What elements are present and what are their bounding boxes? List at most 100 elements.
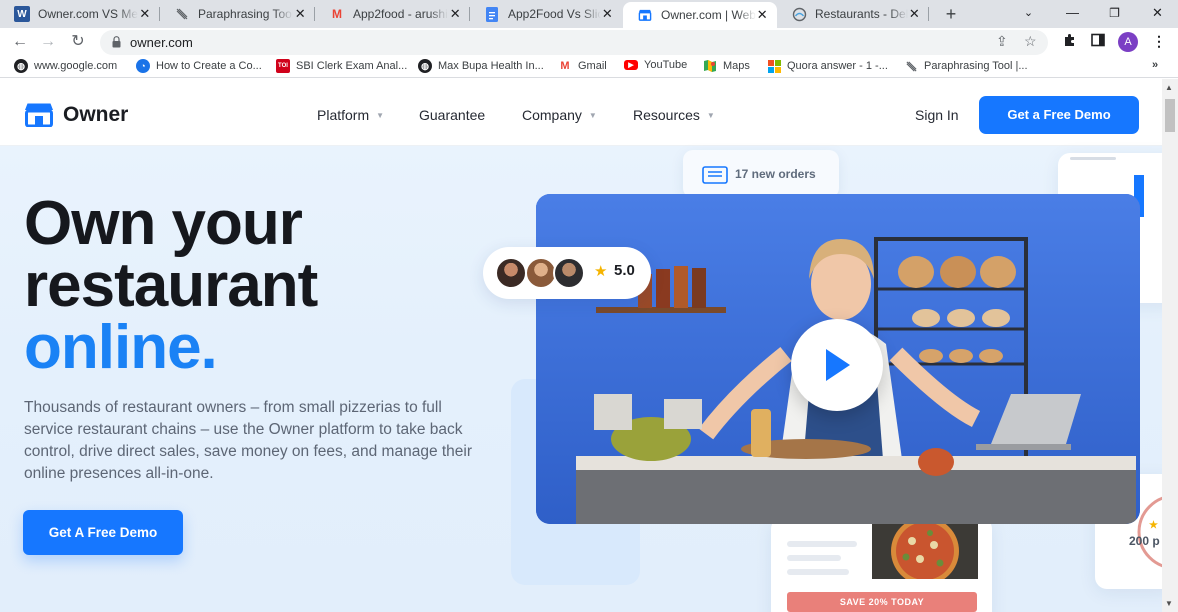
- new-orders-text: 17 new orders: [735, 167, 816, 181]
- bookmark-sbi-clerk[interactable]: TOI SBI Clerk Exam Anal...: [276, 59, 407, 73]
- tab-paraphrasing-tool[interactable]: Paraphrasing Tool - ✕: [160, 0, 315, 28]
- tab-title: Restaurants - Delive: [815, 7, 908, 21]
- gmail-icon: M: [560, 60, 570, 72]
- tab-title: Owner.com VS Menu: [38, 7, 138, 21]
- word-icon: W: [14, 6, 30, 22]
- brand-name[interactable]: Owner: [63, 103, 128, 127]
- restore-button[interactable]: ❐: [1092, 0, 1137, 28]
- owner-logo-icon[interactable]: [24, 103, 54, 127]
- tab-owner-website[interactable]: Owner.com | Website ✕: [623, 2, 777, 28]
- tab-restaurants[interactable]: Restaurants - Delive ✕: [777, 0, 929, 28]
- pizza-image: [872, 523, 978, 579]
- placeholder-line: [1070, 157, 1116, 160]
- nav-label: Platform: [317, 107, 370, 123]
- forward-button[interactable]: →: [38, 32, 58, 52]
- scroll-down-icon[interactable]: ▼: [1165, 599, 1173, 608]
- menu-kebab-icon[interactable]: ⋮: [1150, 33, 1168, 50]
- tab-title: App2food - arushib: [353, 7, 449, 21]
- globe-icon: ◍: [14, 59, 28, 73]
- nav-guarantee[interactable]: Guarantee: [419, 107, 485, 123]
- docs-icon: [484, 6, 500, 22]
- share-icon[interactable]: ⇪: [996, 33, 1008, 50]
- address-bar[interactable]: owner.com ⇪ ☆: [100, 30, 1048, 55]
- bookmark-gmail[interactable]: M Gmail: [558, 59, 606, 73]
- tab-app2food-gmail[interactable]: M App2food - arushib ✕: [315, 0, 470, 28]
- tab-strip: W Owner.com VS Menu ✕ Paraphrasing Tool …: [0, 0, 1178, 28]
- bookmark-label: Maps: [723, 60, 750, 72]
- bookmark-google[interactable]: ◍ www.google.com: [14, 59, 117, 73]
- customer-avatar: [495, 257, 527, 289]
- extensions-icon[interactable]: [1061, 33, 1079, 50]
- receipt-icon: [702, 166, 728, 184]
- minimize-button[interactable]: —: [1050, 0, 1095, 28]
- close-tab-icon[interactable]: ✕: [908, 6, 921, 22]
- bookmark-label: How to Create a Co...: [156, 60, 262, 72]
- maps-icon: [703, 59, 717, 73]
- caret-down-icon: ▼: [588, 110, 597, 120]
- scrollbar-thumb[interactable]: [1165, 99, 1175, 132]
- close-tab-icon[interactable]: ✕: [138, 6, 152, 22]
- scroll-up-icon[interactable]: ▲: [1165, 83, 1173, 92]
- page-scrollbar[interactable]: ▲ ▼: [1162, 79, 1178, 612]
- tab-search-icon[interactable]: ⌄: [1006, 0, 1051, 28]
- placeholder-line: [787, 555, 841, 561]
- caret-down-icon: ▼: [706, 110, 715, 120]
- nav-platform[interactable]: Platform ▼: [317, 107, 384, 123]
- side-panel-icon[interactable]: [1089, 33, 1107, 50]
- nav-label: Company: [522, 107, 582, 123]
- placeholder-line: [787, 541, 857, 547]
- gmail-icon: M: [332, 7, 342, 21]
- nav-company[interactable]: Company ▼: [522, 107, 597, 123]
- tab-title: Owner.com | Website: [661, 8, 756, 22]
- nav-resources[interactable]: Resources ▼: [633, 107, 715, 123]
- bookmark-max-bupa[interactable]: ◍ Max Bupa Health In...: [418, 59, 544, 73]
- more-bookmarks-button[interactable]: »: [1152, 59, 1158, 71]
- globe-icon: ◍: [418, 59, 432, 73]
- nav-label: Resources: [633, 107, 700, 123]
- caret-down-icon: ▼: [376, 110, 385, 120]
- play-video-button[interactable]: [791, 319, 883, 411]
- close-tab-icon[interactable]: ✕: [601, 6, 614, 22]
- save-today-banner[interactable]: SAVE 20% TODAY: [787, 592, 977, 612]
- bookmark-paraphrasing[interactable]: Paraphrasing Tool |...: [904, 59, 1028, 73]
- rating-value: 5.0: [614, 262, 635, 279]
- hero-heading-line-1: Own your: [24, 189, 303, 258]
- reload-button[interactable]: ↻: [68, 32, 88, 52]
- tab-title: App2Food Vs Slice: [508, 7, 601, 21]
- hero-demo-button[interactable]: Get A Free Demo: [23, 510, 183, 555]
- site-header: Owner Platform ▼ Guarantee Company ▼ Res…: [0, 79, 1162, 146]
- browser-toolbar: ← → ↻ owner.com ⇪ ☆ A ⋮: [0, 28, 1178, 56]
- bookmark-label: Quora answer - 1 -...: [787, 60, 888, 72]
- tab-app2food-vs-slice[interactable]: App2Food Vs Slice ✕: [470, 0, 622, 28]
- close-tab-icon[interactable]: ✕: [293, 6, 307, 22]
- toi-icon: TOI: [276, 59, 290, 73]
- paraphrase-icon: [174, 6, 190, 22]
- customer-avatar: [553, 257, 585, 289]
- close-window-button[interactable]: ✕: [1135, 0, 1178, 28]
- edge-icon: ◔: [136, 59, 150, 73]
- play-icon: [826, 349, 850, 381]
- close-tab-icon[interactable]: ✕: [448, 6, 462, 22]
- bookmark-youtube[interactable]: ▶ YouTube: [624, 59, 687, 71]
- hero-heading-line-3: online.: [24, 313, 218, 382]
- header-demo-button[interactable]: Get a Free Demo: [979, 96, 1139, 134]
- bookmark-maps[interactable]: Maps: [703, 59, 750, 73]
- star-icon: ★: [594, 263, 608, 280]
- points-text: 200 p: [1129, 534, 1160, 548]
- new-orders-badge: 17 new orders: [683, 150, 839, 198]
- bookmark-how-to-create[interactable]: ◔ How to Create a Co...: [136, 59, 262, 73]
- owner-icon: [637, 7, 653, 23]
- bookmark-label: Max Bupa Health In...: [438, 60, 544, 72]
- sign-in-link[interactable]: Sign In: [915, 107, 959, 123]
- hero-description: Thousands of restaurant owners – from sm…: [24, 399, 473, 482]
- bookmark-label: Paraphrasing Tool |...: [924, 60, 1028, 72]
- close-tab-icon[interactable]: ✕: [756, 7, 770, 23]
- bookmark-quora[interactable]: Quora answer - 1 -...: [767, 59, 888, 73]
- bookmark-star-icon[interactable]: ☆: [1024, 33, 1037, 50]
- profile-avatar[interactable]: A: [1118, 32, 1138, 52]
- back-button[interactable]: ←: [10, 32, 30, 52]
- bookmarks-bar: ◍ www.google.com ◔ How to Create a Co...…: [0, 56, 1178, 78]
- new-tab-button[interactable]: +: [940, 3, 962, 25]
- url-text: owner.com: [130, 35, 193, 50]
- tab-owner-vs-menu[interactable]: W Owner.com VS Menu ✕: [0, 0, 160, 28]
